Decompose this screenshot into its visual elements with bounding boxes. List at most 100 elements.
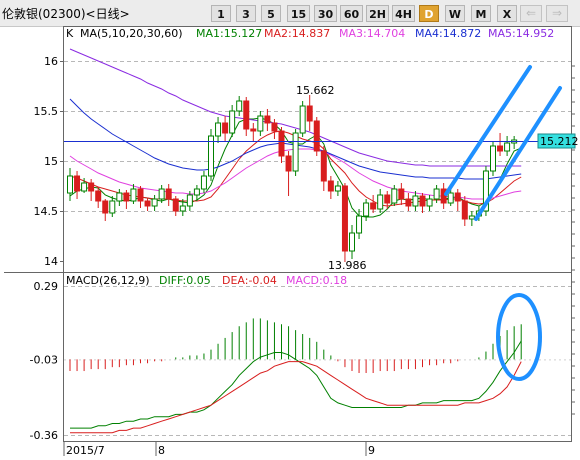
candle-up	[193, 188, 200, 196]
x-axis-label: 8	[158, 444, 165, 457]
period-button-30[interactable]: 30	[314, 5, 337, 22]
period-toolbar: 伦敦银(02300)<日线> 1 3 5 15 30 60 2H 4H D W M X ⇐ ⇒	[0, 0, 580, 27]
dea-legend: DEA:-0.04	[222, 274, 277, 287]
candle-down	[341, 185, 348, 252]
candle-up	[109, 200, 116, 214]
candle-up	[229, 110, 236, 134]
candle-up	[356, 215, 363, 234]
candle-down	[264, 115, 271, 124]
macd-legend: MACD:0.18	[286, 274, 347, 287]
candle-down	[144, 200, 151, 207]
candle-up	[186, 194, 193, 207]
candle-up	[490, 145, 496, 172]
price-tick-label: 16	[44, 55, 58, 68]
candle-up	[158, 188, 165, 200]
candle-up	[391, 188, 398, 204]
candle-up	[257, 115, 264, 132]
ma5-legend: MA5:14.952	[488, 27, 554, 40]
candle-down	[398, 188, 405, 200]
candle-down	[222, 122, 229, 134]
ma1-legend: MA1:15.127	[196, 27, 262, 40]
candle-up	[130, 188, 137, 202]
ma2-legend: MA2:14.837	[264, 27, 330, 40]
window-title: 伦敦银(02300)<日线>	[2, 7, 130, 21]
candle-down	[74, 175, 81, 192]
period-button-m[interactable]: M	[471, 5, 491, 22]
kline-label: K	[66, 27, 74, 40]
candle-down	[461, 200, 468, 220]
arrow-right-icon: ⇒	[551, 6, 563, 20]
chart-area[interactable]: 16 15.5 15 14.5 14 0.29 -0.03 -0.36 K MA(5,10,…	[0, 26, 580, 460]
period-button-x[interactable]: X	[497, 5, 517, 22]
candle-down	[285, 155, 292, 172]
candle-down	[440, 188, 447, 204]
ma3-legend: MA3:14.704	[339, 27, 405, 40]
candle-down	[165, 188, 172, 200]
trend-arrow-2	[474, 86, 562, 221]
low-price-label: 13.986	[328, 259, 367, 272]
candle-up	[447, 192, 454, 204]
candle-down	[95, 190, 102, 202]
candle-down	[250, 128, 257, 132]
high-price-label: 15.662	[296, 84, 335, 97]
diff-legend: DIFF:0.05	[159, 274, 211, 287]
period-button-2h[interactable]: 2H	[366, 5, 389, 22]
candle-up	[334, 185, 341, 192]
candle-up	[468, 215, 475, 220]
candle-down	[102, 200, 109, 214]
candle-up	[349, 232, 355, 252]
current-price-value: 15.212	[540, 135, 579, 148]
macd-panel-frame	[63, 272, 572, 442]
ma-params-label: MA(5,10,20,30,60)	[80, 27, 183, 40]
x-axis-label: 9	[368, 444, 375, 457]
period-button-5[interactable]: 5	[261, 5, 281, 22]
period-button-1[interactable]: 1	[211, 5, 231, 22]
candle-down	[497, 145, 504, 152]
period-button-3[interactable]: 3	[236, 5, 256, 22]
candle-down	[306, 105, 313, 122]
candle-down	[243, 100, 250, 130]
candle-up	[236, 100, 243, 112]
candle-up	[215, 122, 222, 137]
price-tick-label: 14	[44, 255, 58, 268]
period-button-w[interactable]: W	[445, 5, 465, 22]
period-button-d[interactable]: D	[419, 5, 439, 22]
candle-down	[313, 120, 320, 152]
dea-line	[70, 361, 522, 434]
candle-down	[384, 194, 391, 204]
candle-up	[377, 194, 384, 210]
macd-tick-label: 0.29	[34, 280, 59, 293]
candle-up	[363, 202, 370, 217]
candle-up	[299, 105, 306, 134]
candle-down	[278, 130, 285, 157]
candle-down	[370, 202, 377, 210]
macd-tick-label: -0.03	[30, 353, 58, 366]
candle-down	[405, 198, 412, 207]
candle-down	[172, 198, 179, 212]
candle-up	[179, 205, 186, 212]
candle-up	[116, 192, 123, 202]
x-axis-label: 2015/7	[66, 444, 105, 457]
candle-up	[412, 195, 419, 207]
candle-up	[426, 198, 433, 207]
candle-up	[292, 132, 299, 172]
macd-params-label: MACD(26,12,9)	[66, 274, 150, 287]
period-button-60[interactable]: 60	[340, 5, 363, 22]
candle-up	[504, 142, 511, 152]
candle-down	[123, 192, 130, 202]
price-tick-label: 14.5	[34, 205, 59, 218]
candle-down	[137, 188, 144, 202]
candle-up	[81, 182, 88, 192]
candle-up	[433, 188, 440, 200]
candle-down	[454, 192, 461, 202]
period-button-15[interactable]: 15	[287, 5, 310, 22]
period-button-4h[interactable]: 4H	[392, 5, 415, 22]
candle-down	[320, 150, 327, 182]
candle-down	[419, 195, 426, 207]
macd-tick-label: -0.36	[30, 429, 58, 442]
next-page-button[interactable]: ⇒	[546, 5, 568, 22]
arrow-left-icon: ⇐	[525, 6, 537, 20]
candle-down	[327, 180, 334, 192]
prev-page-button[interactable]: ⇐	[520, 5, 542, 22]
candle-up	[200, 175, 207, 190]
